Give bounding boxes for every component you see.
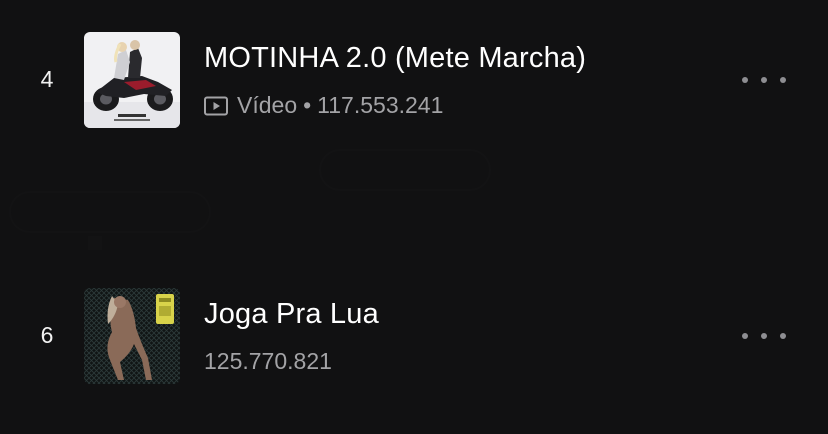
more-options-button[interactable]	[742, 68, 786, 92]
track-meta: 125.770.821	[204, 348, 332, 375]
track-artwork[interactable]	[84, 32, 180, 128]
track-row[interactable]: 4 MOTINHA 2.0 (Mete Marcha) Vídeo • 117.…	[0, 32, 828, 130]
more-options-button[interactable]	[742, 324, 786, 348]
track-rank: 4	[40, 66, 54, 92]
track-title[interactable]: MOTINHA 2.0 (Mete Marcha)	[204, 42, 586, 75]
track-play-count: 125.770.821	[204, 348, 332, 374]
track-list: 4 MOTINHA 2.0 (Mete Marcha) Vídeo • 117.…	[0, 0, 828, 434]
video-icon	[204, 96, 228, 115]
track-meta: Vídeo • 117.553.241	[204, 92, 443, 119]
faded-shapes	[9, 149, 491, 250]
more-horizontal-icon	[761, 333, 767, 339]
track-title[interactable]: Joga Pra Lua	[204, 298, 379, 331]
more-horizontal-icon	[742, 333, 748, 339]
track-type-label: Vídeo	[237, 92, 298, 118]
more-horizontal-icon	[761, 77, 767, 83]
track-play-count: 117.553.241	[317, 92, 444, 118]
album-art-dancer-image	[84, 288, 180, 384]
more-horizontal-icon	[780, 77, 786, 83]
more-horizontal-icon	[742, 77, 748, 83]
more-horizontal-icon	[780, 333, 786, 339]
album-art-motorcycle-image	[84, 32, 180, 128]
meta-separator: •	[303, 92, 312, 118]
track-artwork[interactable]	[84, 288, 180, 384]
faded-row-placeholder	[0, 140, 828, 260]
track-row[interactable]: 6 Joga Pra Lua 125.770.821	[0, 288, 828, 386]
track-rank: 6	[40, 322, 54, 348]
